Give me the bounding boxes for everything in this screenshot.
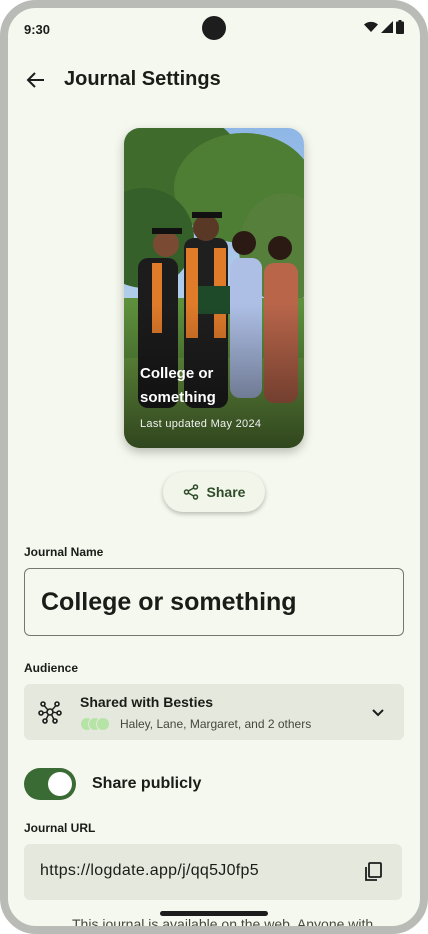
cover-title: College or something — [140, 365, 216, 406]
audience-members: Haley, Lane, Margaret, and 2 others — [120, 717, 312, 731]
cover-last-updated: Last updated May 2024 — [140, 418, 262, 430]
top-app-bar: Journal Settings — [8, 58, 420, 102]
audience-avatars — [80, 717, 116, 731]
share-publicly-label: Share publicly — [92, 775, 202, 792]
wifi-icon — [364, 21, 378, 32]
journal-cover-card[interactable]: College or something Last updated May 20… — [124, 128, 304, 448]
front-camera — [202, 16, 226, 40]
journal-name-value: College or something — [41, 588, 297, 616]
status-bar: 9:30 — [8, 8, 420, 52]
journal-url-value: https://logdate.app/j/qq5J0fp5 — [40, 862, 259, 879]
share-icon — [183, 484, 198, 500]
signal-icon — [381, 21, 393, 33]
journal-url-label: Journal URL — [24, 821, 96, 835]
audience-dropdown[interactable]: Shared with Besties Haley, Lane, Margare… — [24, 684, 404, 740]
audience-title: Shared with Besties — [80, 694, 214, 710]
audience-label: Audience — [24, 661, 79, 675]
home-indicator[interactable] — [160, 911, 268, 916]
url-footnote: This journal is available on the web. An… — [72, 916, 374, 932]
toggle-knob — [48, 772, 72, 796]
avatar — [96, 717, 110, 731]
journal-url-field[interactable]: https://logdate.app/j/qq5J0fp5 — [24, 844, 402, 900]
battery-icon — [396, 20, 404, 34]
back-button[interactable] — [22, 66, 50, 94]
journal-name-label: Journal Name — [24, 545, 104, 559]
chevron-down-icon — [372, 709, 384, 717]
share-publicly-toggle[interactable] — [24, 768, 76, 800]
status-icons — [364, 20, 404, 34]
share-button[interactable]: Share — [163, 472, 265, 512]
journal-name-field[interactable]: College or something — [24, 568, 404, 636]
network-icon — [38, 701, 62, 724]
share-label: Share — [206, 484, 246, 500]
status-time: 9:30 — [24, 22, 51, 37]
copy-icon[interactable] — [362, 860, 384, 882]
page-title: Journal Settings — [64, 68, 221, 90]
phone-frame: 9:30 Journal Settings College or somethi… — [0, 0, 428, 934]
arrow-left-icon — [26, 72, 44, 88]
